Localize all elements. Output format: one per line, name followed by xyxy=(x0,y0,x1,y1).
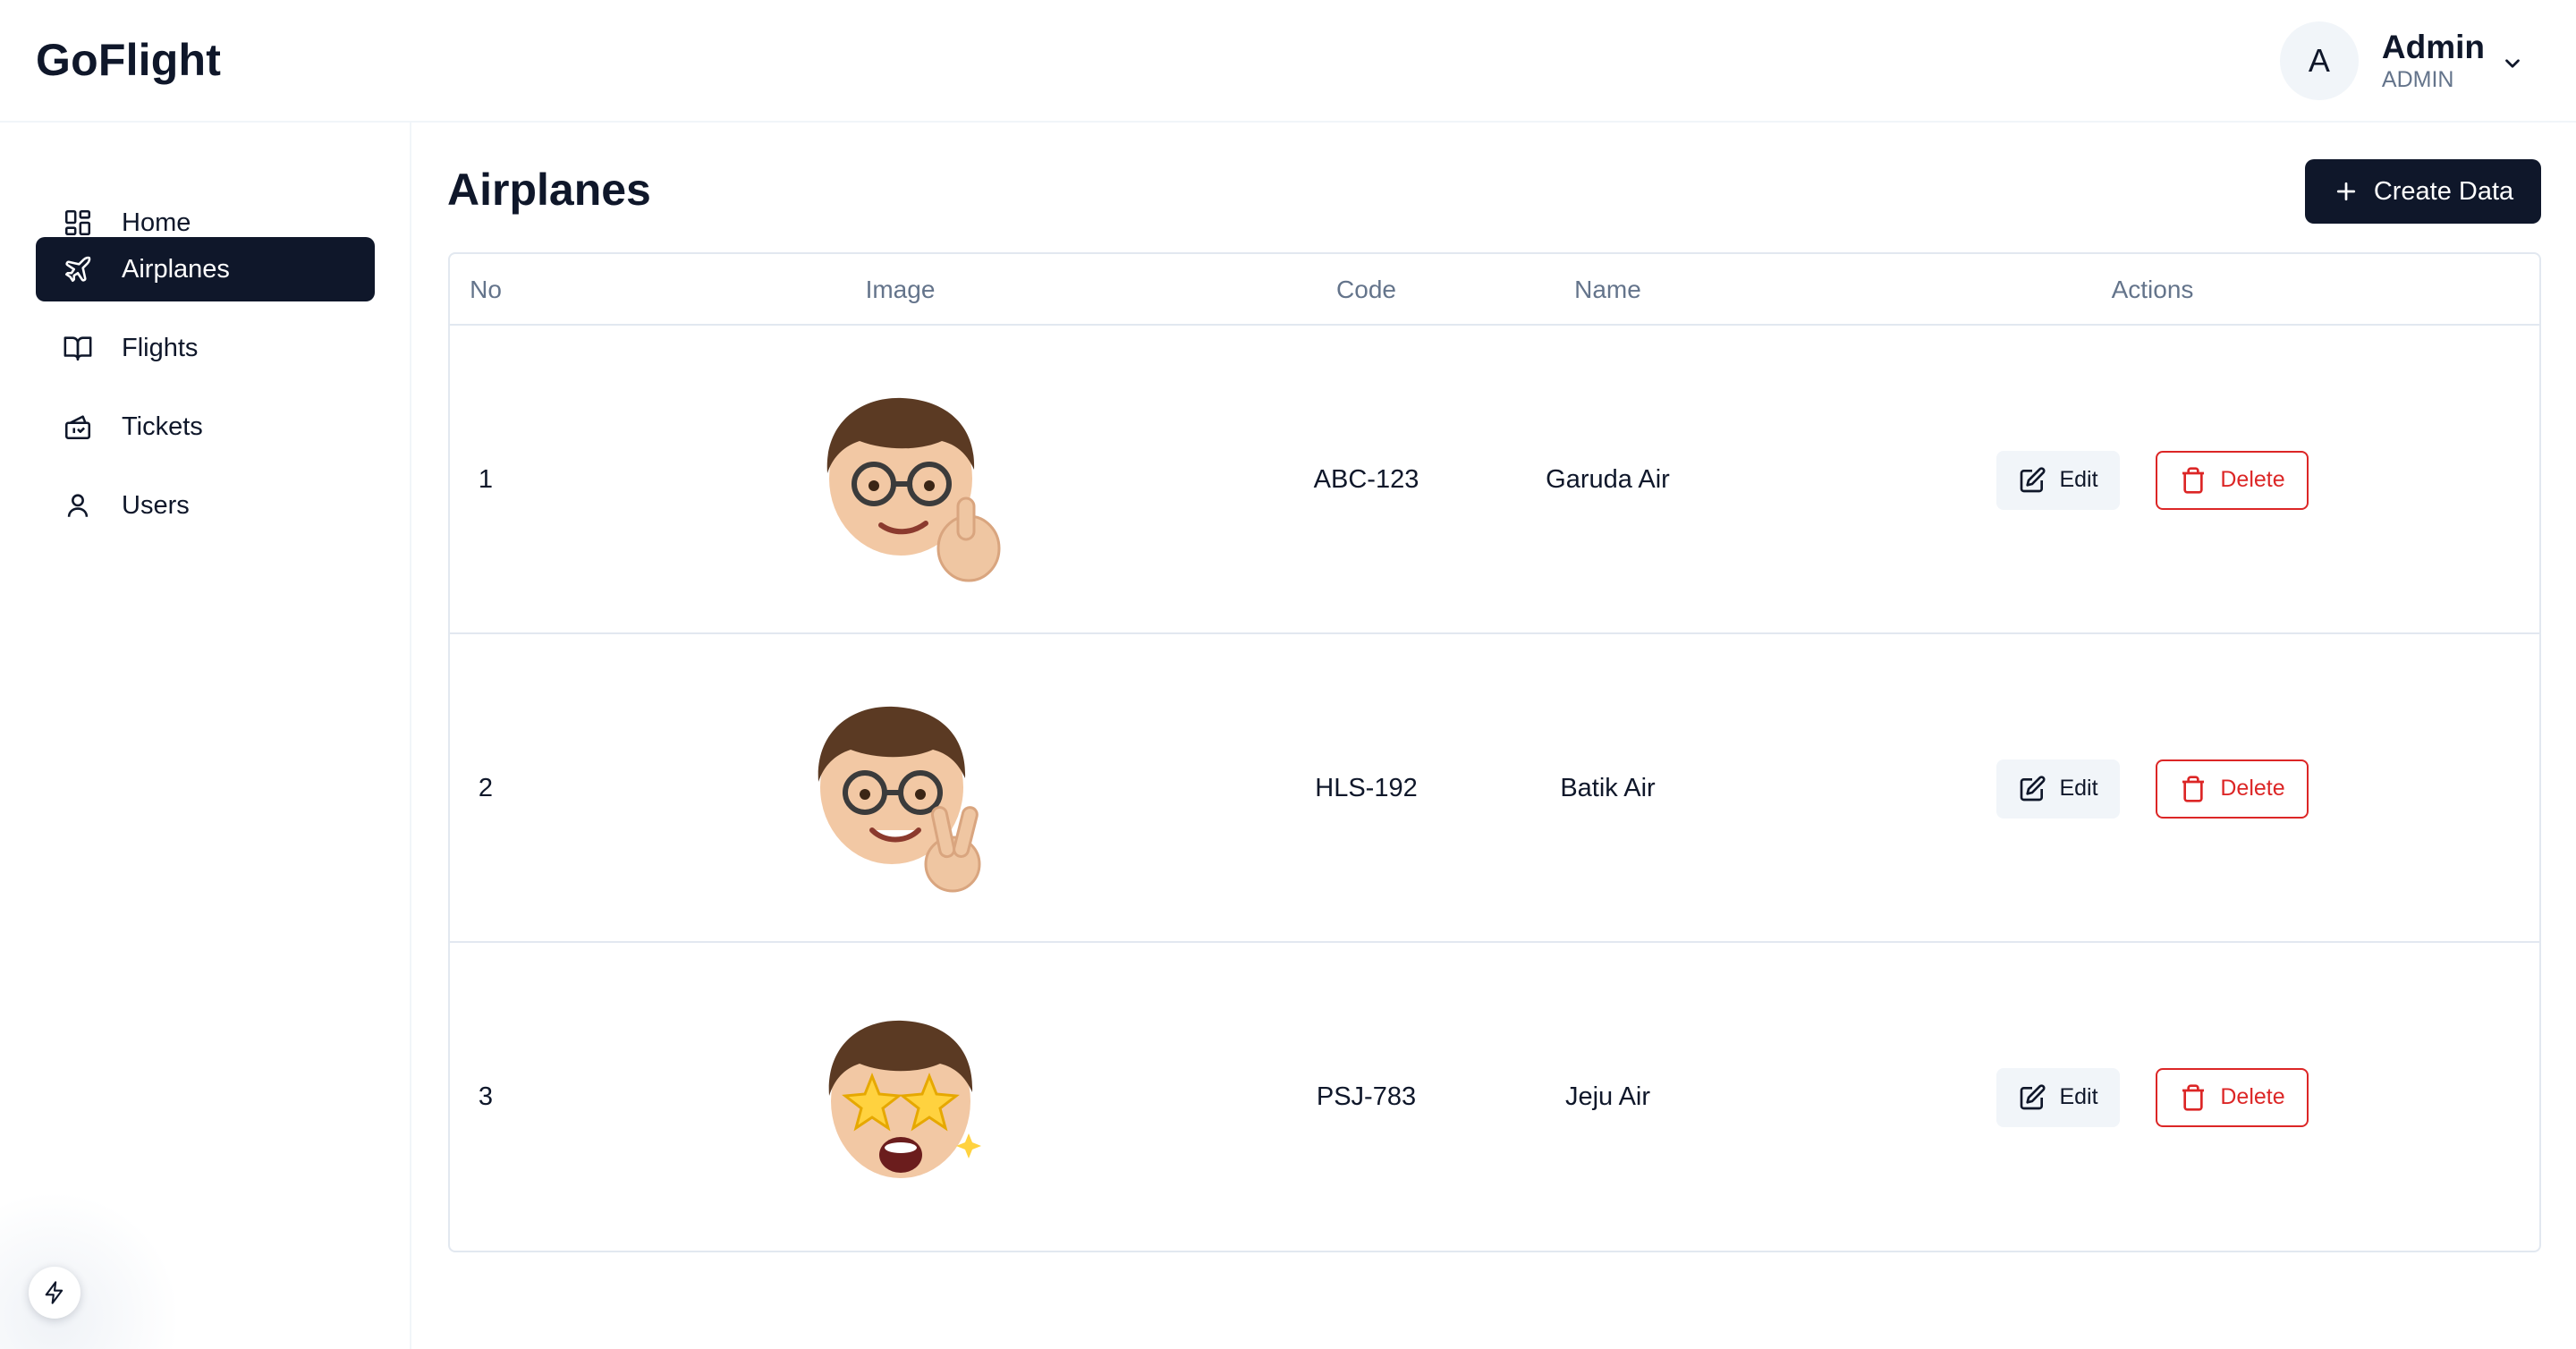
column-header-actions: Actions xyxy=(2111,276,2194,303)
cell-name: Garuda Air xyxy=(1546,465,1670,494)
chevron-down-icon xyxy=(2505,59,2520,68)
top-header: GoFlight A Admin ADMIN xyxy=(0,0,2576,123)
plus-icon xyxy=(2336,182,2355,201)
lightning-icon xyxy=(45,1281,64,1304)
sidebar-item-label: Airplanes xyxy=(122,254,230,284)
edit-icon xyxy=(2021,775,2046,801)
trash-icon xyxy=(2182,466,2205,494)
sidebar-item-users[interactable]: Users xyxy=(36,473,375,538)
dashboard-icon xyxy=(63,208,93,238)
user-role: ADMIN xyxy=(2381,67,2454,92)
edit-icon xyxy=(2021,466,2046,492)
cell-image xyxy=(521,326,1279,634)
delete-label: Delete xyxy=(2220,776,2285,801)
cell-actions: Edit Delete xyxy=(1762,326,2539,634)
create-data-label: Create Data xyxy=(2373,176,2514,206)
page-title: Airplanes xyxy=(447,165,651,215)
delete-button[interactable]: Delete xyxy=(2156,1067,2309,1127)
memoji-peace-sign-image xyxy=(818,706,980,892)
user-info: Admin ADMIN xyxy=(2381,29,2485,93)
sidebar-item-label: Home xyxy=(122,208,191,237)
cell-name: Batik Air xyxy=(1560,774,1656,802)
ticket-icon xyxy=(63,411,93,442)
airplane-icon xyxy=(63,254,93,284)
edit-icon xyxy=(2021,1083,2046,1109)
edit-button[interactable]: Edit xyxy=(1996,450,2120,510)
cell-image xyxy=(521,943,1279,1251)
sidebar-item-label: Tickets xyxy=(122,411,203,441)
delete-button[interactable]: Delete xyxy=(2156,759,2309,819)
sidebar-item-tickets[interactable]: Tickets xyxy=(36,395,375,459)
airplanes-table: No Image Code Name Actions 1 ABC-123 Gar… xyxy=(448,252,2541,1252)
edit-label: Edit xyxy=(2059,1084,2098,1109)
dev-tools-button[interactable] xyxy=(29,1267,80,1319)
table-header: No Image Code Name Actions xyxy=(450,254,2539,326)
column-header-no: No xyxy=(470,276,502,303)
cell-image xyxy=(521,634,1279,943)
sidebar-item-flights[interactable]: Flights xyxy=(36,316,375,380)
memoji-star-eyes-image xyxy=(828,1020,981,1178)
table-row: 1 ABC-123 Garuda Air Edit Delete xyxy=(450,326,2539,634)
edit-label: Edit xyxy=(2059,776,2098,801)
avatar: A xyxy=(2279,21,2359,100)
delete-button[interactable]: Delete xyxy=(2156,450,2309,510)
cell-actions: Edit Delete xyxy=(1762,943,2539,1251)
edit-label: Edit xyxy=(2059,467,2098,492)
delete-label: Delete xyxy=(2220,467,2285,492)
trash-icon xyxy=(2182,1083,2205,1111)
table-row: 3 PSJ-783 Jeju Air Edit Delete xyxy=(450,943,2539,1251)
cell-code: ABC-123 xyxy=(1313,465,1419,494)
column-header-code: Code xyxy=(1336,276,1396,303)
edit-button[interactable]: Edit xyxy=(1996,1067,2120,1127)
corner-glow xyxy=(0,1190,179,1349)
brand-logo[interactable]: GoFlight xyxy=(36,34,221,86)
sidebar-item-label: Flights xyxy=(122,333,199,362)
cell-name: Jeju Air xyxy=(1564,1082,1651,1111)
trash-icon xyxy=(2182,775,2205,802)
column-header-image: Image xyxy=(865,276,936,303)
cell-no: 1 xyxy=(478,465,494,494)
delete-label: Delete xyxy=(2220,1084,2285,1109)
cell-actions: Edit Delete xyxy=(1762,634,2539,943)
create-data-button[interactable]: Create Data xyxy=(2305,159,2541,224)
sidebar-item-airplanes[interactable]: Airplanes xyxy=(36,237,375,301)
cell-no: 3 xyxy=(478,1082,494,1111)
user-name: Admin xyxy=(2381,29,2485,65)
user-icon xyxy=(63,490,93,521)
cell-code: HLS-192 xyxy=(1315,774,1418,802)
edit-button[interactable]: Edit xyxy=(1996,759,2120,819)
sidebar-item-label: Users xyxy=(122,490,190,520)
user-menu[interactable]: A Admin ADMIN xyxy=(2279,21,2524,100)
book-open-icon xyxy=(63,333,93,363)
memoji-thumbs-up-image xyxy=(826,397,1000,581)
sidebar: Home Airplanes Flights Tickets Users xyxy=(0,123,411,1349)
table-row: 2 HLS-192 Batik Air Edit Delete xyxy=(450,634,2539,943)
column-header-name: Name xyxy=(1574,276,1641,303)
cell-no: 2 xyxy=(478,774,494,802)
cell-code: PSJ-783 xyxy=(1316,1082,1417,1111)
